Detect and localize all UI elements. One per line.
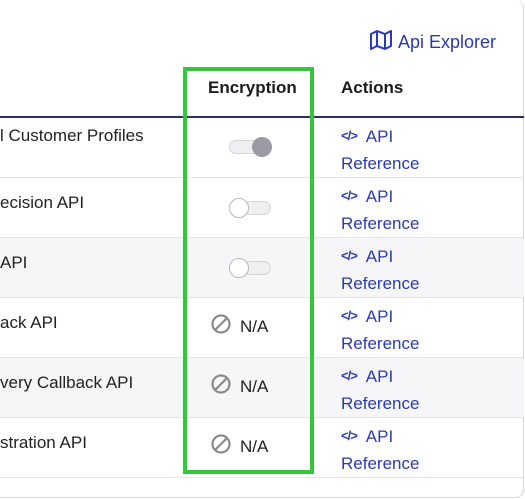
table-row: stration API N/A </> API Reference [0, 418, 524, 478]
api-name: ecision API [0, 193, 85, 212]
api-reference-link[interactable]: </> API Reference [341, 244, 451, 297]
api-name: stration API [0, 433, 87, 452]
api-reference-line1: API [365, 367, 394, 386]
code-icon: </> [341, 308, 358, 323]
code-icon: </> [341, 428, 358, 443]
encryption-toggle[interactable] [229, 198, 271, 218]
api-reference-line2: Reference [341, 454, 420, 473]
api-reference-link[interactable]: </> API Reference [341, 424, 451, 477]
prohibited-icon [210, 373, 232, 400]
api-name: ack API [0, 313, 58, 332]
api-reference-link[interactable]: </> API Reference [341, 124, 451, 177]
table-header: Encryption Actions [0, 64, 524, 118]
toggle-knob [252, 137, 272, 157]
api-reference-line2: Reference [341, 154, 420, 173]
table-row: ack API N/A </> API Reference [0, 298, 524, 358]
api-name: API [0, 253, 28, 272]
api-reference-line1: API [365, 247, 394, 266]
api-name: l Customer Profiles [0, 126, 144, 145]
api-name: very Callback API [0, 373, 134, 392]
api-reference-line1: API [365, 127, 394, 146]
api-reference-line2: Reference [341, 274, 420, 293]
encryption-na-label: N/A [240, 376, 269, 396]
table-row: ecision API </> API Reference [0, 178, 524, 238]
prohibited-icon [210, 313, 232, 340]
code-icon: </> [341, 248, 358, 263]
toggle-knob [229, 258, 249, 278]
code-icon: </> [341, 128, 358, 143]
encryption-column-header: Encryption [208, 78, 297, 97]
toggle-knob [229, 198, 249, 218]
encryption-na: N/A [210, 313, 268, 340]
encryption-na-label: N/A [240, 436, 269, 456]
encryption-na: N/A [210, 433, 268, 460]
map-icon [369, 30, 392, 55]
api-reference-line1: API [365, 187, 394, 206]
api-explorer-link[interactable]: Api Explorer [369, 30, 496, 55]
table-row: very Callback API N/A </> API Reference [0, 358, 524, 418]
encryption-toggle[interactable] [229, 258, 271, 278]
actions-column-header: Actions [341, 78, 404, 97]
api-reference-line1: API [365, 307, 394, 326]
api-table-card: Api Explorer Encryption Actions l Custom… [0, 0, 524, 498]
code-icon: </> [341, 188, 358, 203]
api-reference-link[interactable]: </> API Reference [341, 184, 451, 237]
api-reference-line2: Reference [341, 334, 420, 353]
encryption-na: N/A [210, 373, 268, 400]
encryption-na-label: N/A [240, 316, 269, 336]
api-reference-line2: Reference [341, 214, 420, 233]
api-reference-link[interactable]: </> API Reference [341, 364, 451, 417]
encryption-toggle[interactable] [229, 137, 272, 157]
api-reference-line2: Reference [341, 394, 420, 413]
api-reference-line1: API [365, 427, 394, 446]
api-reference-link[interactable]: </> API Reference [341, 304, 451, 357]
code-icon: </> [341, 368, 358, 383]
table-row: l Customer Profiles </> API Reference [0, 118, 524, 178]
table-row: API </> API Reference [0, 238, 524, 298]
prohibited-icon [210, 433, 232, 460]
api-explorer-label: Api Explorer [397, 32, 496, 52]
